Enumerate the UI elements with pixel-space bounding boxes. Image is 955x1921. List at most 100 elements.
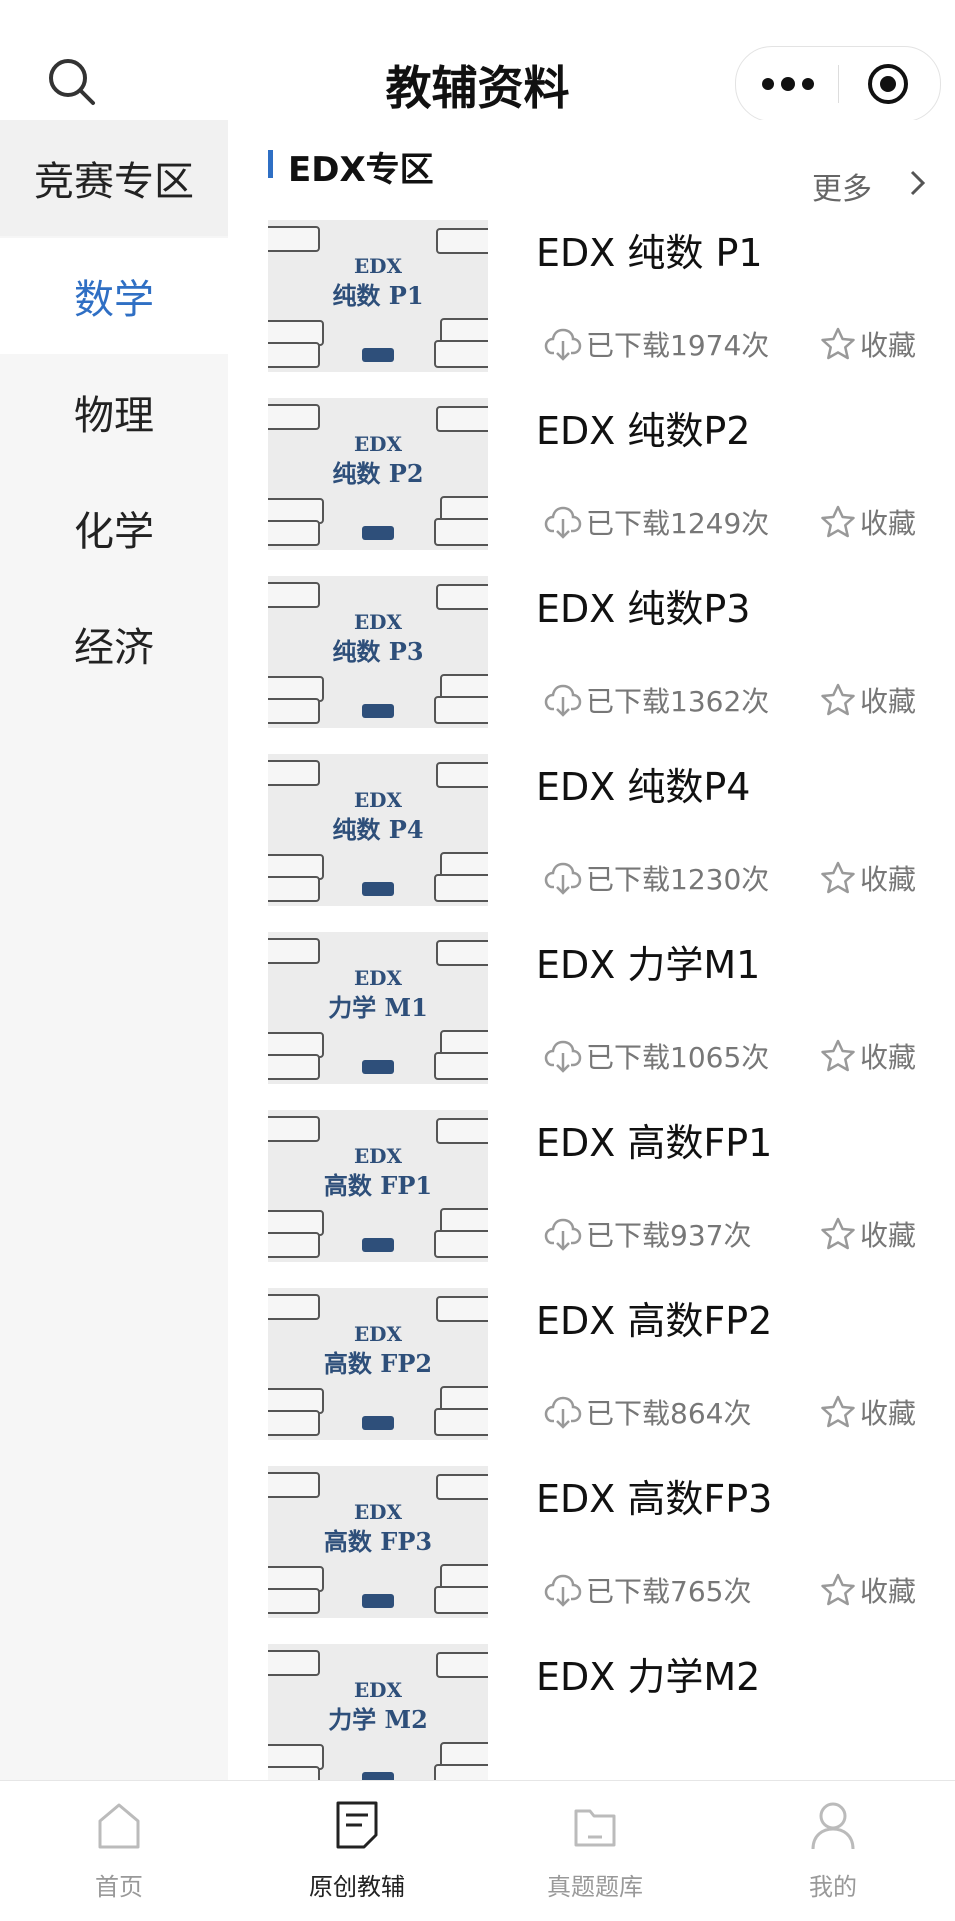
- list-item[interactable]: EDX 纯数 P3 EDX 纯数P3 已下载1362次 收藏: [268, 576, 938, 736]
- download-count[interactable]: 已下载937次: [544, 1214, 751, 1254]
- material-thumbnail[interactable]: EDX 力学 M2: [268, 1644, 488, 1780]
- favorite-label: 收藏: [860, 329, 917, 362]
- item-title[interactable]: EDX 高数FP1: [536, 1112, 772, 1167]
- book-illustration: [268, 1116, 320, 1142]
- thumbnail-title-line2: 高数 FP3: [323, 1527, 433, 1556]
- favorite-button[interactable]: 收藏: [820, 1392, 916, 1432]
- list-item[interactable]: EDX 纯数 P1 EDX 纯数 P1 已下载1974次 收藏: [268, 220, 938, 380]
- folder-icon: [574, 1809, 616, 1847]
- cloud-download-icon: [544, 684, 582, 717]
- book-illustration: [268, 404, 320, 430]
- item-title[interactable]: EDX 纯数P4: [536, 756, 750, 811]
- thumbnail-logo: [362, 882, 394, 896]
- list-item[interactable]: EDX 纯数 P2 EDX 纯数P2 已下载1249次 收藏: [268, 398, 938, 558]
- sidebar-item-physics[interactable]: 物理: [0, 354, 228, 470]
- favorite-label: 收藏: [860, 863, 917, 896]
- tab-label: 我的: [809, 1873, 857, 1901]
- tab-mine[interactable]: 我的: [714, 1781, 952, 1921]
- list-item[interactable]: EDX 纯数 P4 EDX 纯数P4 已下载1230次 收藏: [268, 754, 938, 914]
- thumbnail-logo: [362, 1594, 394, 1608]
- list-item[interactable]: EDX 力学 M2 EDX 力学M2: [268, 1644, 938, 1780]
- thumbnail-title-line2: 高数 FP2: [323, 1349, 433, 1378]
- material-thumbnail[interactable]: EDX 高数 FP3: [268, 1466, 488, 1618]
- download-count[interactable]: 已下载1249次: [544, 502, 769, 542]
- thumbnail-title-line1: EDX: [353, 254, 403, 278]
- favorite-label: 收藏: [860, 507, 917, 540]
- more-options-icon[interactable]: [760, 72, 816, 96]
- list-item[interactable]: EDX 高数 FP3 EDX 高数FP3 已下载765次 收藏: [268, 1466, 938, 1626]
- sidebar-item-label: 竞赛专区: [34, 159, 194, 205]
- tab-original-materials[interactable]: 原创教辅: [238, 1781, 476, 1921]
- material-thumbnail[interactable]: EDX 高数 FP2: [268, 1288, 488, 1440]
- sidebar-item-label: 数学: [74, 277, 154, 323]
- chevron-right-icon[interactable]: [908, 168, 928, 198]
- star-icon: [821, 1573, 855, 1606]
- download-count[interactable]: 已下载1065次: [544, 1036, 769, 1076]
- book-illustration: [268, 1650, 320, 1676]
- book-illustration: [268, 698, 320, 724]
- sidebar-item-economics[interactable]: 经济: [0, 586, 228, 702]
- download-count[interactable]: 已下载1230次: [544, 858, 769, 898]
- book-illustration: [436, 1474, 488, 1500]
- download-count-text: 已下载1065次: [586, 1041, 770, 1074]
- material-thumbnail[interactable]: EDX 纯数 P2: [268, 398, 488, 550]
- download-count[interactable]: 已下载864次: [544, 1392, 751, 1432]
- item-title[interactable]: EDX 高数FP2: [536, 1290, 772, 1345]
- thumbnail-logo: [362, 704, 394, 718]
- favorite-button[interactable]: 收藏: [820, 1036, 916, 1076]
- download-count-text: 已下载864次: [586, 1397, 752, 1430]
- book-illustration: [434, 874, 488, 902]
- close-mini-program-icon[interactable]: [866, 62, 910, 106]
- thumbnail-title-line1: EDX: [353, 610, 403, 634]
- material-thumbnail[interactable]: EDX 纯数 P4: [268, 754, 488, 906]
- book-illustration: [436, 228, 488, 254]
- home-icon: [98, 1803, 140, 1849]
- book-illustration: [434, 1586, 488, 1614]
- thumbnail-title-line2: 高数 FP1: [323, 1171, 433, 1200]
- download-count[interactable]: 已下载765次: [544, 1570, 751, 1610]
- item-title[interactable]: EDX 纯数P3: [536, 578, 750, 633]
- tab-home[interactable]: 首页: [0, 1781, 238, 1921]
- cloud-download-icon: [544, 1040, 582, 1073]
- item-title[interactable]: EDX 力学M2: [536, 1646, 760, 1701]
- favorite-button[interactable]: 收藏: [820, 1570, 916, 1610]
- item-title[interactable]: EDX 高数FP3: [536, 1468, 772, 1523]
- material-thumbnail[interactable]: EDX 高数 FP1: [268, 1110, 488, 1262]
- favorite-button[interactable]: 收藏: [820, 324, 916, 364]
- book-illustration: [268, 876, 320, 902]
- thumbnail-logo: [362, 348, 394, 362]
- sidebar-item-label: 物理: [74, 393, 154, 439]
- favorite-button[interactable]: 收藏: [820, 502, 916, 542]
- thumbnail-title-line2: 纯数 P1: [332, 281, 424, 310]
- book-illustration: [268, 342, 320, 368]
- sidebar-item-label: 经济: [74, 625, 154, 671]
- download-count-text: 已下载765次: [586, 1575, 752, 1608]
- book-illustration: [434, 1408, 488, 1436]
- list-item[interactable]: EDX 力学 M1 EDX 力学M1 已下载1065次 收藏: [268, 932, 938, 1092]
- item-title[interactable]: EDX 力学M1: [536, 934, 760, 989]
- material-thumbnail[interactable]: EDX 纯数 P1: [268, 220, 488, 372]
- material-thumbnail[interactable]: EDX 力学 M1: [268, 932, 488, 1084]
- download-count[interactable]: 已下载1974次: [544, 324, 769, 364]
- favorite-button[interactable]: 收藏: [820, 858, 916, 898]
- book-illustration: [268, 1410, 320, 1436]
- item-title[interactable]: EDX 纯数 P1: [536, 222, 763, 277]
- sidebar-item-competition[interactable]: 竞赛专区: [0, 120, 228, 236]
- book-illustration: [268, 1054, 320, 1080]
- sidebar-item-math[interactable]: 数学: [0, 238, 228, 354]
- download-count[interactable]: 已下载1362次: [544, 680, 769, 720]
- list-item[interactable]: EDX 高数 FP2 EDX 高数FP2 已下载864次 收藏: [268, 1288, 938, 1448]
- favorite-label: 收藏: [860, 1397, 917, 1430]
- material-thumbnail[interactable]: EDX 纯数 P3: [268, 576, 488, 728]
- favorite-button[interactable]: 收藏: [820, 680, 916, 720]
- thumbnail-logo: [362, 1060, 394, 1074]
- thumbnail-title-line2: 纯数 P4: [332, 815, 424, 844]
- favorite-label: 收藏: [860, 1041, 917, 1074]
- more-link[interactable]: 更多: [812, 164, 872, 208]
- sidebar-item-chemistry[interactable]: 化学: [0, 470, 228, 586]
- favorite-button[interactable]: 收藏: [820, 1214, 916, 1254]
- cloud-download-icon: [544, 328, 582, 361]
- list-item[interactable]: EDX 高数 FP1 EDX 高数FP1 已下载937次 收藏: [268, 1110, 938, 1270]
- tab-question-bank[interactable]: 真题题库: [476, 1781, 714, 1921]
- item-title[interactable]: EDX 纯数P2: [536, 400, 750, 455]
